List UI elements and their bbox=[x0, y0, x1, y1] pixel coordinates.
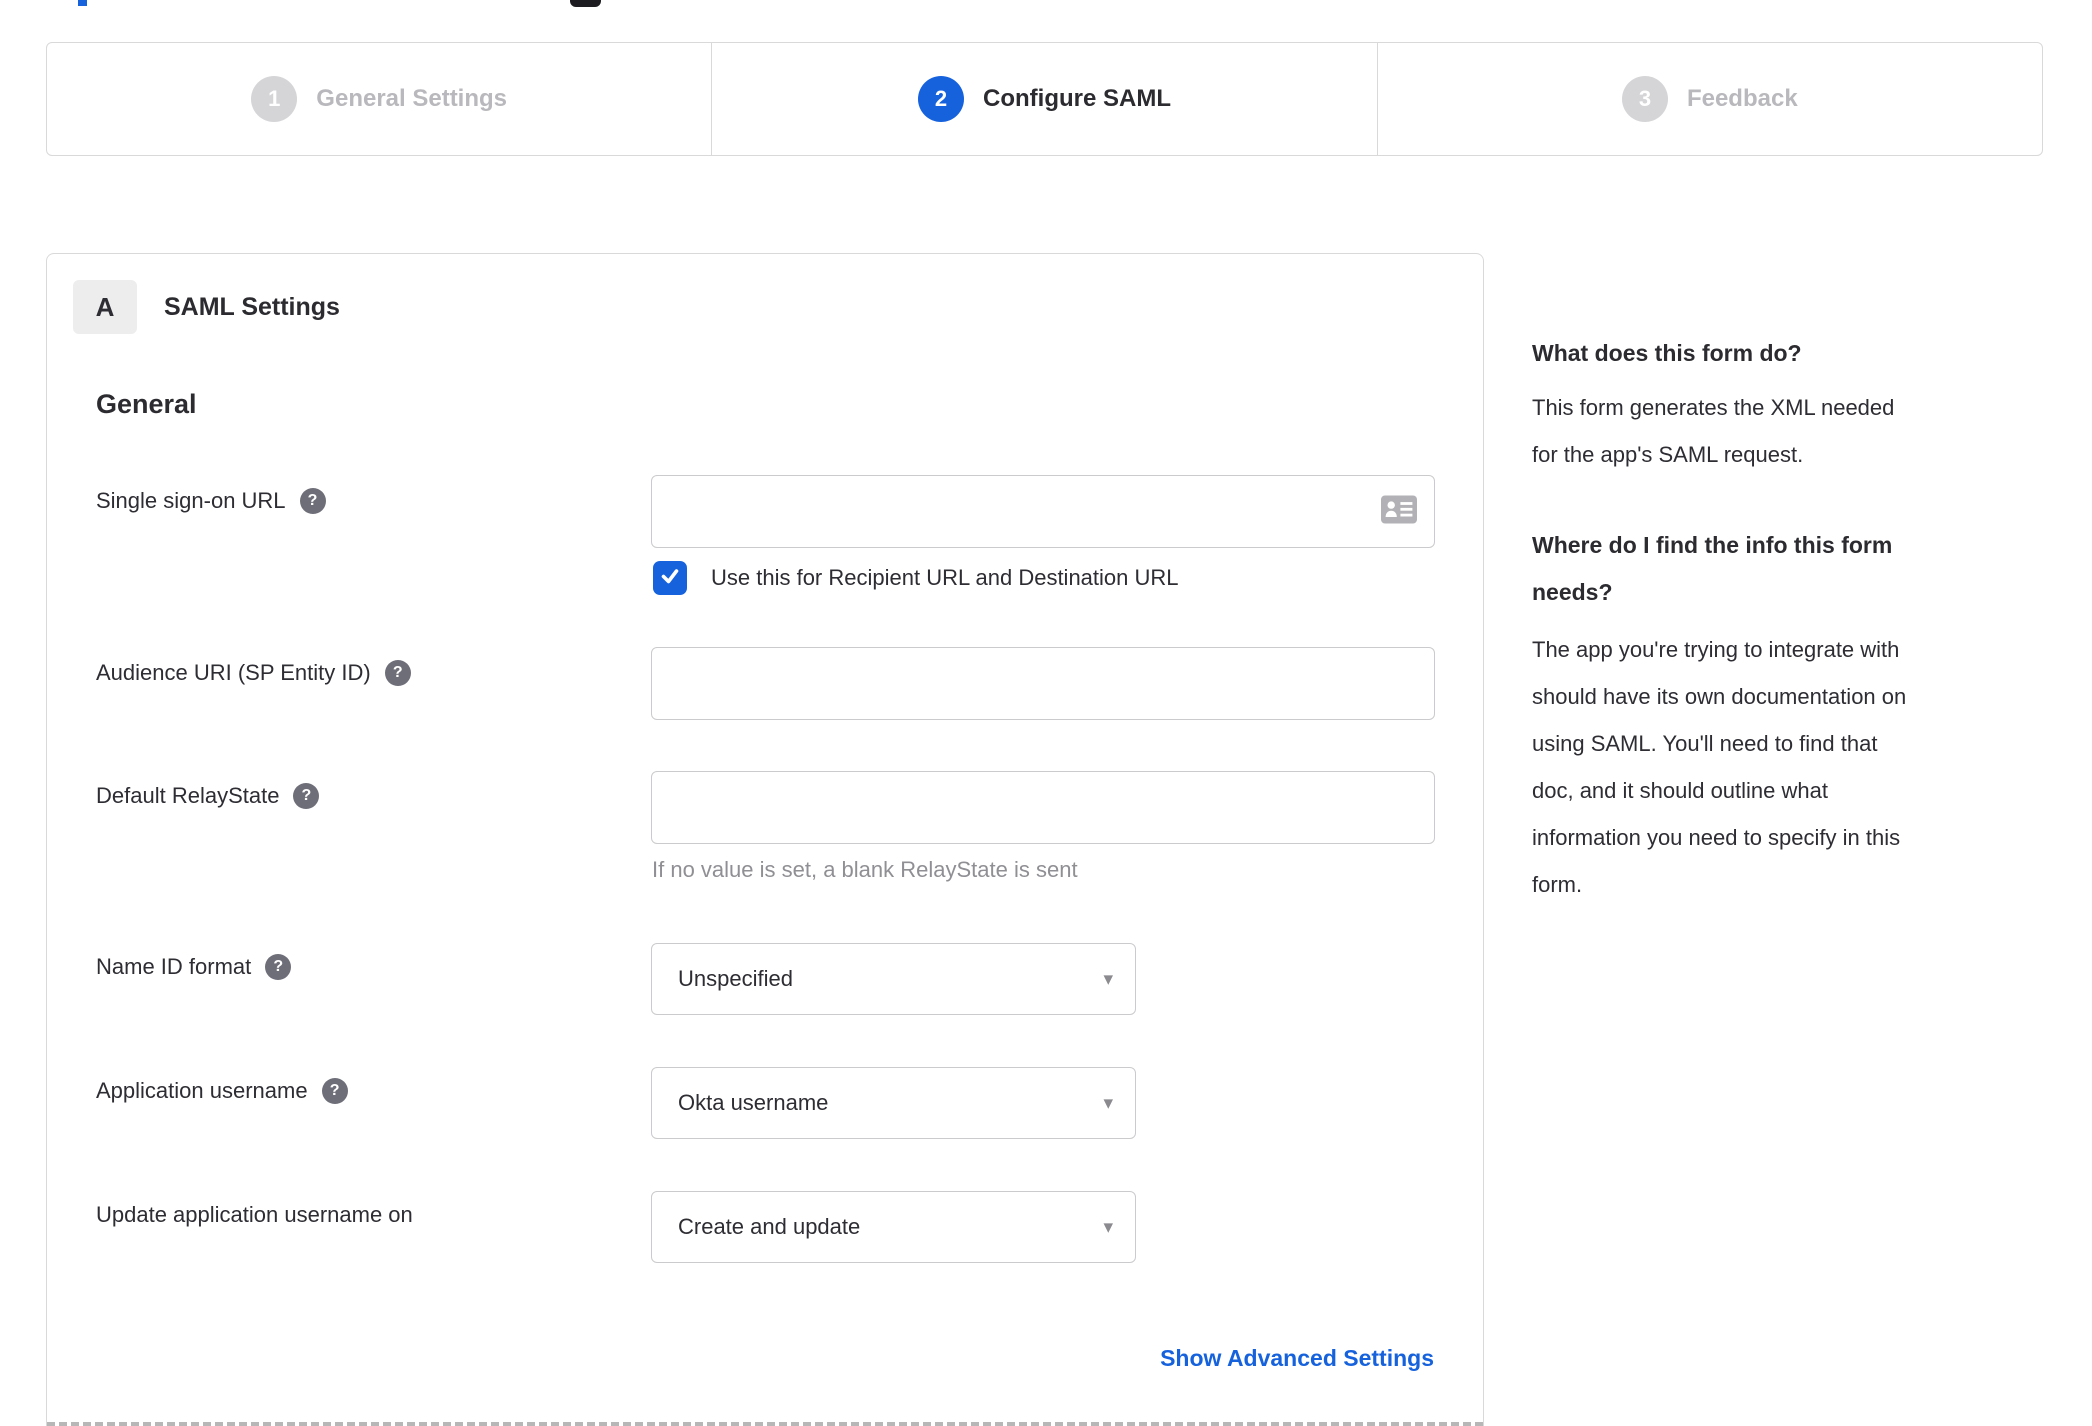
update-username-label-row: Update application username on bbox=[96, 1202, 413, 1228]
nameid-select[interactable]: Unspecified ▾ bbox=[651, 943, 1136, 1015]
relaystate-hint: If no value is set, a blank RelayState i… bbox=[652, 857, 1078, 882]
relaystate-label: Default RelayState bbox=[96, 783, 280, 808]
step-2-number-badge: 2 bbox=[918, 76, 964, 122]
app-username-select[interactable]: Okta username ▾ bbox=[651, 1067, 1136, 1139]
step-1-number-badge: 1 bbox=[251, 76, 298, 122]
step-configure-saml[interactable]: 2 Configure SAML bbox=[711, 43, 1376, 155]
nameid-label-row: Name ID format ? bbox=[96, 954, 292, 980]
clipped-tab-underline bbox=[78, 0, 87, 6]
app-username-help-icon[interactable]: ? bbox=[321, 1078, 348, 1104]
step-2-label: Configure SAML bbox=[983, 85, 1171, 112]
chevron-down-icon: ▾ bbox=[1103, 968, 1113, 990]
update-username-select-value: Create and update bbox=[678, 1214, 861, 1239]
audience-uri-label: Audience URI (SP Entity ID) bbox=[96, 660, 371, 685]
app-username-select-value: Okta username bbox=[678, 1090, 829, 1115]
sso-url-label-row: Single sign-on URL ? bbox=[96, 488, 326, 514]
step-3-label: Feedback bbox=[1686, 85, 1798, 112]
sidebar-heading-where: Where do I find the info this form needs… bbox=[1532, 532, 1893, 605]
chevron-down-icon: ▾ bbox=[1103, 1092, 1113, 1114]
saml-settings-card: A SAML Settings General Single sign-on U… bbox=[46, 253, 1484, 1426]
use-for-recipient-checkbox[interactable] bbox=[653, 561, 687, 595]
step-1-label: General Settings bbox=[316, 85, 508, 112]
use-for-recipient-label: Use this for Recipient URL and Destinati… bbox=[711, 565, 1179, 590]
wizard-stepper: 1 General Settings 2 Configure SAML 3 Fe… bbox=[46, 42, 2043, 156]
sso-url-label: Single sign-on URL bbox=[96, 488, 286, 513]
show-advanced-settings-link[interactable]: Show Advanced Settings bbox=[1160, 1345, 1434, 1372]
audience-uri-help-icon[interactable]: ? bbox=[384, 660, 411, 686]
sidebar-paragraph-where: The app you're trying to integrate with … bbox=[1532, 637, 1907, 897]
sso-url-input-wrap bbox=[651, 475, 1435, 548]
update-username-select[interactable]: Create and update ▾ bbox=[651, 1191, 1136, 1263]
section-title: SAML Settings bbox=[164, 292, 340, 321]
step-general-settings[interactable]: 1 General Settings bbox=[47, 43, 711, 155]
step-feedback[interactable]: 3 Feedback bbox=[1376, 43, 2042, 155]
chevron-down-icon: ▾ bbox=[1103, 1216, 1113, 1238]
audience-uri-label-row: Audience URI (SP Entity ID) ? bbox=[96, 660, 411, 686]
general-group-heading: General bbox=[96, 389, 197, 419]
relaystate-label-row: Default RelayState ? bbox=[96, 783, 320, 809]
configure-saml-page: 1 General Settings 2 Configure SAML 3 Fe… bbox=[0, 0, 2092, 1426]
clipped-header-element bbox=[570, 0, 601, 7]
app-username-label: Application username bbox=[96, 1078, 308, 1103]
section-letter-badge: A bbox=[73, 280, 137, 334]
sso-url-input[interactable] bbox=[651, 475, 1435, 548]
app-username-label-row: Application username ? bbox=[96, 1078, 348, 1104]
nameid-label: Name ID format bbox=[96, 954, 252, 979]
relaystate-help-icon[interactable]: ? bbox=[293, 783, 320, 809]
dashed-divider bbox=[47, 1422, 1483, 1426]
checkmark-icon bbox=[659, 565, 681, 592]
audience-uri-input[interactable] bbox=[651, 647, 1435, 720]
step-3-number-badge: 3 bbox=[1621, 76, 1668, 122]
sidebar-heading-what: What does this form do? bbox=[1532, 340, 1802, 366]
sidebar-paragraph-what: This form generates the XML needed for t… bbox=[1532, 395, 1895, 467]
nameid-select-value: Unspecified bbox=[678, 966, 793, 991]
update-username-label: Update application username on bbox=[96, 1202, 413, 1227]
nameid-help-icon[interactable]: ? bbox=[265, 954, 292, 980]
relaystate-input[interactable] bbox=[651, 771, 1435, 844]
sso-url-help-icon[interactable]: ? bbox=[299, 488, 326, 514]
